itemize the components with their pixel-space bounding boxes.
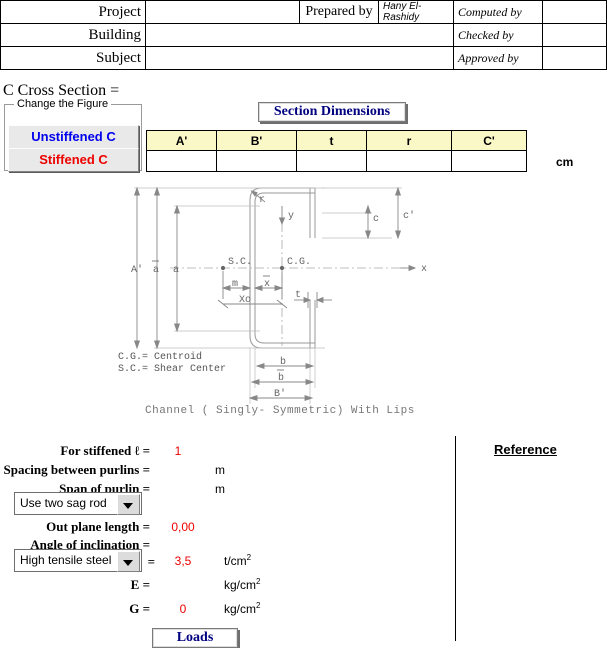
- table-row: Subject Approved by: [0, 46, 607, 70]
- figure-label-x-bar: x: [264, 279, 270, 290]
- table-header-row: A' B' t r C': [146, 130, 527, 151]
- figure-label-b-prime: B': [274, 388, 286, 400]
- figure-label-axis-x: x: [421, 264, 427, 275]
- input-cell-c-prime[interactable]: [451, 150, 527, 172]
- column-header-b-prime: B': [216, 130, 297, 151]
- figure-legend: C.G.= Centroid S.C.= Shear Center: [118, 352, 226, 376]
- legend-sc: S.C.= Shear Center: [118, 364, 227, 375]
- legend-cg: C.G.= Centroid: [118, 352, 203, 363]
- figure-label-b-bar: b: [278, 372, 284, 384]
- prepared-by-value[interactable]: Hany El-Rashidy: [378, 0, 454, 24]
- change-figure-caption: Change the Figure: [14, 98, 112, 110]
- g-modulus-label: G =: [129, 601, 150, 616]
- subject-value-cell[interactable]: [145, 46, 454, 70]
- sag-rod-select[interactable]: Use two sag rod: [14, 492, 142, 515]
- for-stiffened-value[interactable]: 1: [158, 444, 198, 458]
- project-label: Project: [0, 0, 146, 24]
- prepared-by-label: Prepared by: [299, 0, 379, 24]
- out-plane-length-value[interactable]: 0,00: [158, 520, 208, 534]
- vertical-divider: [455, 436, 456, 641]
- column-header-c-prime: C': [451, 130, 527, 151]
- e-modulus-unit: kg/cm2: [224, 577, 261, 592]
- figure-label-cg: C.G.: [287, 257, 311, 268]
- building-value-cell[interactable]: [145, 23, 454, 47]
- figure-label-m: m: [232, 279, 238, 290]
- g-modulus-unit: kg/cm2: [224, 601, 261, 616]
- steel-grade-select-value: High tensile steel: [20, 553, 112, 567]
- figure-label-sc: S.C.: [228, 257, 252, 268]
- steel-equals-sign: =: [147, 554, 155, 569]
- unit-label-cm: cm: [556, 155, 574, 169]
- table-row: Building Checked by: [0, 23, 607, 47]
- figure-caption: Channel ( Singly- Symmetric) With Lips: [145, 405, 415, 417]
- channel-section-diagram: A' a a S.C. C.G. x y r c c' m x Xo t b b…: [110, 176, 440, 416]
- building-label: Building: [0, 23, 146, 47]
- project-value-cell[interactable]: [145, 0, 300, 24]
- figure-label-a-bar: a: [153, 265, 159, 276]
- subject-label: Subject: [0, 46, 146, 70]
- column-header-a-prime: A': [146, 130, 217, 151]
- sag-rod-select-value: Use two sag rod: [20, 496, 107, 510]
- column-header-t: t: [296, 130, 367, 151]
- steel-grade-select[interactable]: High tensile steel: [14, 549, 142, 572]
- unstiffened-c-button[interactable]: Unstiffened C: [8, 125, 139, 149]
- for-stiffened-label: For stiffened ℓ =: [60, 443, 150, 458]
- section-dimensions-button[interactable]: Section Dimensions: [258, 102, 406, 122]
- chevron-down-icon[interactable]: [117, 494, 140, 515]
- steel-fy-value[interactable]: 3,5: [158, 554, 208, 568]
- steel-fy-unit: t/cm2: [224, 553, 252, 568]
- figure-label-c: c: [373, 214, 379, 225]
- approved-by-label: Approved by: [453, 46, 543, 70]
- section-dimensions-table: A' B' t r C': [146, 130, 527, 172]
- figure-label-a-prime: A': [131, 264, 143, 276]
- project-header-table: Project Prepared by Hany El-Rashidy Comp…: [0, 0, 607, 70]
- figure-label-axis-y: y: [288, 211, 294, 222]
- e-modulus-label: E =: [130, 577, 150, 592]
- table-row: [146, 150, 527, 172]
- input-cell-t[interactable]: [296, 150, 367, 172]
- figure-label-a: a: [173, 265, 179, 276]
- input-cell-r[interactable]: [366, 150, 452, 172]
- out-plane-length-label: Out plane length =: [46, 519, 150, 534]
- table-row: Project Prepared by Hany El-Rashidy Comp…: [0, 0, 607, 24]
- figure-label-r: r: [259, 195, 265, 206]
- checked-by-label: Checked by: [453, 23, 543, 47]
- figure-label-b: b: [280, 356, 286, 368]
- spacing-between-purlins-label: Spacing between purlins =: [3, 462, 150, 477]
- figure-label-t: t: [295, 290, 301, 301]
- column-header-r: r: [366, 130, 452, 151]
- computed-by-label: Computed by: [453, 0, 543, 24]
- input-cell-a-prime[interactable]: [146, 150, 217, 172]
- computed-by-value[interactable]: [542, 0, 607, 24]
- loads-button[interactable]: Loads: [152, 628, 238, 648]
- figure-label-c-prime: c': [403, 210, 415, 222]
- checked-by-value[interactable]: [542, 23, 607, 47]
- approved-by-value[interactable]: [542, 46, 607, 70]
- chevron-down-icon[interactable]: [117, 551, 140, 572]
- reference-link[interactable]: Reference: [494, 442, 557, 457]
- figure-label-xo: Xo: [239, 295, 251, 306]
- stiffened-c-button[interactable]: Stiffened C: [8, 148, 139, 172]
- input-form: For stiffened ℓ = 1 Spacing between purl…: [0, 432, 607, 641]
- spacing-unit-m: m: [215, 463, 225, 477]
- g-modulus-value[interactable]: 0: [158, 602, 208, 616]
- input-cell-b-prime[interactable]: [216, 150, 297, 172]
- span-unit-m: m: [215, 482, 225, 496]
